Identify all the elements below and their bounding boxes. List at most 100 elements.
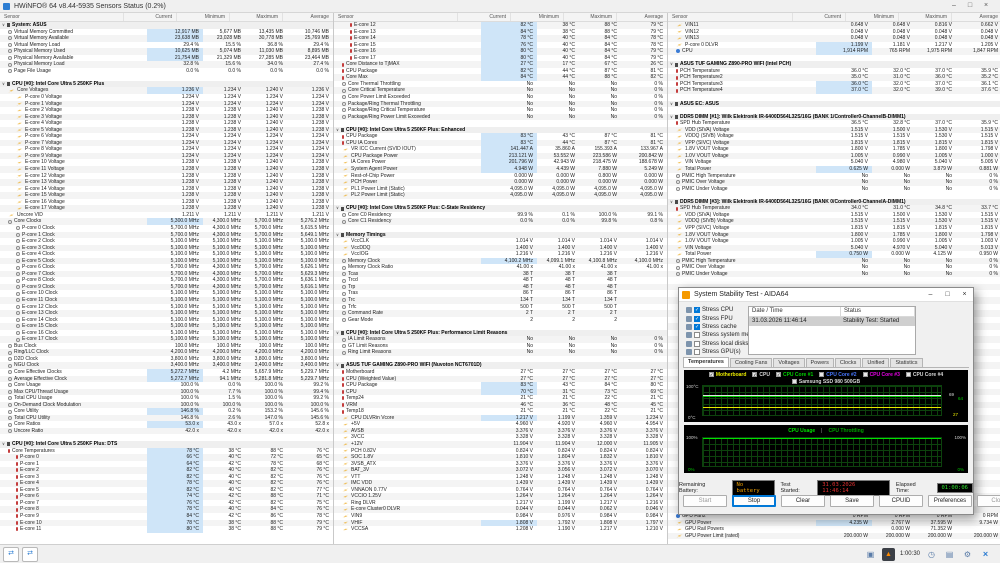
close-icon[interactable]: × bbox=[978, 0, 994, 12]
stress-checkbox[interactable] bbox=[694, 332, 700, 338]
column-header-sensor[interactable]: Sensor bbox=[668, 13, 793, 21]
tab-cooling-fans[interactable]: Cooling Fans bbox=[730, 358, 772, 367]
sensor-label: Page File Usage bbox=[0, 68, 147, 75]
legend-checkbox[interactable] bbox=[863, 372, 868, 377]
maximize-icon[interactable]: □ bbox=[962, 0, 978, 12]
clock-icon bbox=[8, 344, 12, 348]
settings-gear-icon[interactable]: ⚙ bbox=[961, 548, 974, 561]
voltage-icon bbox=[16, 193, 23, 197]
stress-checkbox[interactable] bbox=[694, 341, 700, 347]
close-sensors-icon[interactable]: × bbox=[979, 548, 992, 561]
log-column-datetime[interactable]: Date / Time bbox=[749, 307, 841, 316]
clock-icon bbox=[342, 285, 346, 289]
clock-icon bbox=[676, 187, 680, 191]
section-header-row[interactable]: ∨ASUS EC: ASUS bbox=[668, 101, 1000, 108]
sensor-pane-middle: SensorCurrentMinimumMaximumAverageE-core… bbox=[334, 13, 668, 545]
column-header-average[interactable]: Average bbox=[952, 13, 1000, 21]
clock-icon bbox=[8, 383, 12, 387]
sensor-row[interactable]: Core C1 Residency0.0 %0.0 %99.8 %0.8 % bbox=[334, 218, 667, 225]
stress-checkbox[interactable]: ✓ bbox=[694, 307, 700, 313]
column-header-average[interactable]: Average bbox=[617, 13, 667, 21]
tab-voltages[interactable]: Voltages bbox=[773, 358, 804, 367]
log-column-status[interactable]: Status bbox=[841, 307, 915, 316]
value-average: 200.000 W bbox=[956, 533, 1000, 540]
column-header-maximum[interactable]: Maximum bbox=[899, 13, 952, 21]
sensor-row[interactable]: GPU Power Limit (rated)200.000 W200.000 … bbox=[668, 533, 1000, 540]
column-header-maximum[interactable]: Maximum bbox=[564, 13, 617, 21]
column-header-current[interactable]: Current bbox=[793, 13, 846, 21]
column-header-current[interactable]: Current bbox=[458, 13, 511, 21]
legend-item[interactable]: ✓CPU Core #1 bbox=[776, 372, 813, 378]
tab-unified[interactable]: Unified bbox=[862, 358, 889, 367]
column-header-minimum[interactable]: Minimum bbox=[846, 13, 899, 21]
collapse-arrows-button[interactable]: ⇄ bbox=[3, 547, 19, 562]
legend-item[interactable]: ✓Motherboard bbox=[709, 372, 747, 378]
logging-icon[interactable]: ▲ bbox=[882, 548, 895, 561]
column-header-sensor[interactable]: Sensor bbox=[334, 13, 458, 21]
legend-item[interactable]: CPU Core #4 bbox=[906, 372, 943, 378]
sensor-row[interactable]: Ring Limit ReasonsNoNoNo0 % bbox=[334, 349, 667, 356]
aida64-close-icon[interactable]: × bbox=[956, 288, 973, 301]
voltage-icon bbox=[342, 521, 349, 525]
legend-checkbox[interactable] bbox=[819, 372, 824, 377]
tab-temperatures[interactable]: Temperatures bbox=[683, 357, 729, 367]
cpuid-button[interactable]: CPUID bbox=[879, 495, 923, 507]
clock-icon bbox=[342, 220, 346, 224]
sensor-row[interactable]: PL2 Power Limit (Static)4,095.0 W4,095.0… bbox=[334, 192, 667, 199]
legend-item[interactable]: ✓CPU bbox=[752, 372, 770, 378]
clock-icon bbox=[16, 266, 20, 270]
expand-arrow-icon[interactable]: ∨ bbox=[668, 101, 675, 108]
column-header-sensor[interactable]: Sensor bbox=[0, 13, 124, 21]
report-icon[interactable]: ▤ bbox=[943, 548, 956, 561]
stress-checkbox[interactable]: ✓ bbox=[694, 324, 700, 330]
sensor-row[interactable]: Uncore Ratio42.0 x42.0 x42.0 x42.0 x bbox=[0, 428, 333, 435]
aida64-tab-bar: TemperaturesCooling FansVoltagesPowersCl… bbox=[683, 356, 969, 368]
sensor-name: VCCSA bbox=[351, 526, 368, 533]
column-header-average[interactable]: Average bbox=[283, 13, 333, 21]
sensor-row[interactable]: E-core 1180 °C38 °C88 °C79 °C bbox=[0, 526, 333, 533]
device-icon bbox=[675, 115, 678, 119]
tab-statistics[interactable]: Statistics bbox=[890, 358, 922, 367]
preferences-button[interactable]: Preferences bbox=[928, 495, 972, 507]
sensor-row[interactable]: Gear Mode222 bbox=[334, 317, 667, 324]
legend-checkbox[interactable] bbox=[792, 379, 797, 384]
sensor-row[interactable]: PCH Temperature437.0 °C32.0 °C39.0 °C37.… bbox=[668, 87, 1000, 94]
log-row[interactable]: 31.03.2026 11:46:14 Stability Test: Star… bbox=[749, 317, 915, 326]
sensor-row[interactable]: Page File Usage0.0 %0.0 %0.0 %0.0 % bbox=[0, 68, 333, 75]
save-button[interactable]: Save bbox=[830, 495, 874, 507]
tab-clocks[interactable]: Clocks bbox=[835, 358, 862, 367]
legend-item[interactable]: Samsung SSD 980 500GB bbox=[792, 379, 860, 385]
sensor-label: GPU Power Limit (rated) bbox=[668, 533, 816, 540]
legend-item[interactable]: CPU Core #2 bbox=[819, 372, 856, 378]
column-header-maximum[interactable]: Maximum bbox=[230, 13, 283, 21]
temperature-icon bbox=[342, 410, 344, 414]
legend-checkbox[interactable]: ✓ bbox=[776, 372, 781, 377]
aida64-minimize-icon[interactable]: – bbox=[922, 288, 939, 301]
column-header-minimum[interactable]: Minimum bbox=[511, 13, 564, 21]
sensor-row[interactable]: PMIC Under VoltageNoNoNo0 % bbox=[668, 186, 1000, 193]
column-header-minimum[interactable]: Minimum bbox=[177, 13, 230, 21]
voltage-icon bbox=[342, 246, 349, 250]
stop-button[interactable]: Stop bbox=[732, 495, 776, 507]
clock-icon bbox=[342, 311, 346, 315]
expand-arrows-button[interactable]: ⇄ bbox=[22, 547, 38, 562]
tab-powers[interactable]: Powers bbox=[806, 358, 834, 367]
remote-sensors-icon[interactable]: ▣ bbox=[864, 548, 877, 561]
aida64-titlebar[interactable]: System Stability Test - AIDA64 – □ × bbox=[679, 288, 973, 302]
minimize-icon[interactable]: – bbox=[946, 0, 962, 12]
clear-button[interactable]: Clear bbox=[781, 495, 825, 507]
stress-checkbox[interactable]: ✓ bbox=[694, 316, 700, 322]
legend-item[interactable]: CPU Core #3 bbox=[863, 372, 900, 378]
legend-checkbox[interactable] bbox=[906, 372, 911, 377]
legend-checkbox[interactable]: ✓ bbox=[709, 372, 714, 377]
clock-icon[interactable]: ◷ bbox=[925, 548, 938, 561]
sensor-row[interactable]: Package/Ring Power Limit ExceededNoNoNo0… bbox=[334, 114, 667, 121]
voltage-icon bbox=[342, 488, 349, 492]
aida64-maximize-icon[interactable]: □ bbox=[939, 288, 956, 301]
stress-checkbox[interactable] bbox=[694, 349, 700, 355]
column-header-current[interactable]: Current bbox=[124, 13, 177, 21]
legend-checkbox[interactable]: ✓ bbox=[752, 372, 757, 377]
sensor-row[interactable]: CPU1,914 RPM765 RPM1,975 RPM1,847 RPM bbox=[668, 48, 1000, 55]
value-current: No bbox=[816, 186, 872, 193]
sensor-row[interactable]: VCCSA1.208 V1.190 V1.217 V1.210 V bbox=[334, 526, 667, 533]
